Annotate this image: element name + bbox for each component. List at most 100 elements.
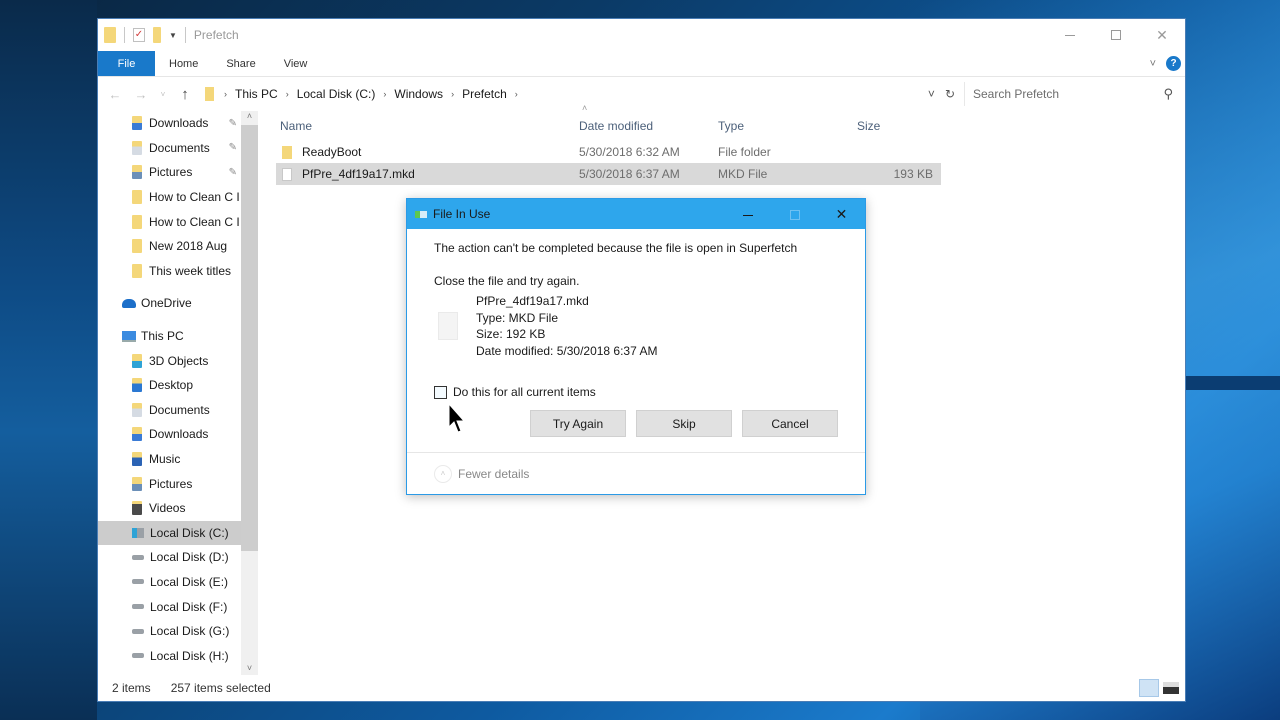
nav-item-local-disk-f[interactable]: Local Disk (F:) <box>98 594 241 619</box>
forward-button[interactable]: → <box>130 87 152 102</box>
dialog-close-button[interactable]: ✕ <box>818 206 865 223</box>
nav-item-desktop[interactable]: Desktop <box>98 373 241 398</box>
nav-item-pictures[interactable]: Pictures <box>98 471 241 496</box>
details-view-icon[interactable] <box>1139 679 1159 697</box>
file-date: 5/30/2018 6:37 AM <box>579 167 680 181</box>
column-header-type[interactable]: Type <box>718 119 857 133</box>
cancel-button[interactable]: Cancel <box>742 410 838 437</box>
nav-item-how-to-clean-2[interactable]: How to Clean C I <box>98 209 241 234</box>
nav-item-local-disk-h[interactable]: Local Disk (H:) <box>98 643 241 668</box>
status-bar: 2 items 257 items selected <box>98 675 1185 701</box>
column-header-date-modified[interactable]: Date modified <box>579 119 718 133</box>
large-icons-view-icon[interactable] <box>1163 682 1179 694</box>
file-row-readyboot[interactable]: ReadyBoot 5/30/2018 6:32 AM File folder <box>276 141 941 163</box>
nav-item-quick-pictures[interactable]: Pictures ✎ <box>98 160 241 185</box>
maximize-button[interactable] <box>1093 19 1139 51</box>
breadcrumb-separator[interactable]: › <box>224 89 227 99</box>
nav-item-local-disk-d[interactable]: Local Disk (D:) <box>98 545 241 570</box>
column-headers: Name Date modified Type Size <box>276 111 1185 141</box>
address-bar[interactable]: › This PC › Local Disk (C:) › Windows › … <box>200 82 960 106</box>
nav-item-label: This week titles <box>149 263 232 278</box>
sort-indicator-icon: ˄ <box>582 103 588 113</box>
drive-icon <box>132 579 144 585</box>
tab-home[interactable]: Home <box>155 51 212 76</box>
column-header-name[interactable]: Name <box>276 119 579 133</box>
nav-item-3d-objects[interactable]: 3D Objects <box>98 348 241 373</box>
breadcrumb-separator[interactable]: › <box>383 89 386 99</box>
nav-item-label: Local Disk (G:) <box>150 624 230 639</box>
nav-item-onedrive[interactable]: OneDrive <box>98 291 241 316</box>
nav-item-new-2018-aug[interactable]: New 2018 Aug <box>98 234 241 259</box>
dialog-title-bar: File In Use ✕ <box>407 199 865 229</box>
skip-button[interactable]: Skip <box>636 410 732 437</box>
properties-quick-access-icon[interactable]: ✓ <box>133 28 145 42</box>
nav-item-label: Local Disk (C:) <box>150 525 229 540</box>
breadcrumb-prefetch[interactable]: Prefetch <box>462 87 507 101</box>
file-type: File folder <box>718 145 771 159</box>
nav-item-local-disk-g[interactable]: Local Disk (G:) <box>98 619 241 644</box>
tab-view[interactable]: View <box>270 51 322 76</box>
nav-item-videos[interactable]: Videos <box>98 496 241 521</box>
breadcrumb-separator[interactable]: › <box>515 89 518 99</box>
pictures-folder-icon <box>132 165 142 180</box>
customize-quick-access-dropdown-icon[interactable]: ▼ <box>169 31 177 40</box>
nav-item-quick-downloads[interactable]: Downloads ✎ <box>98 111 241 136</box>
address-dropdown-icon[interactable]: ˅ <box>928 87 935 101</box>
close-button[interactable]: ✕ <box>1139 19 1185 51</box>
try-again-button[interactable]: Try Again <box>530 410 626 437</box>
nav-item-label: New 2018 Aug <box>149 239 228 254</box>
nav-item-label: Videos <box>149 501 186 516</box>
file-row-pfpre[interactable]: PfPre_4df19a17.mkd 5/30/2018 6:37 AM MKD… <box>276 163 941 185</box>
nav-item-this-pc[interactable]: This PC <box>98 324 241 349</box>
breadcrumb-local-disk-c[interactable]: Local Disk (C:) <box>297 87 376 101</box>
nav-item-music[interactable]: Music <box>98 447 241 472</box>
tab-file[interactable]: File <box>98 51 155 76</box>
desktop-folder-icon <box>132 378 142 393</box>
search-icon[interactable]: ⚲ <box>1163 86 1173 102</box>
tab-share[interactable]: Share <box>212 51 269 76</box>
do-for-all-label[interactable]: Do this for all current items <box>453 385 596 399</box>
scroll-up-icon[interactable]: ˄ <box>241 111 258 121</box>
breadcrumb-separator[interactable]: › <box>286 89 289 99</box>
nav-item-label: This PC <box>141 329 184 344</box>
help-icon[interactable]: ? <box>1166 56 1181 71</box>
nav-item-how-to-clean-1[interactable]: How to Clean C I <box>98 185 241 210</box>
do-for-all-checkbox[interactable] <box>434 385 447 399</box>
nav-item-documents[interactable]: Documents <box>98 398 241 423</box>
nav-item-label: Downloads <box>149 427 209 442</box>
ribbon-tabs: File Home Share View ˅ ? <box>98 51 1185 77</box>
fewer-details-toggle[interactable]: ˄ Fewer details <box>407 452 865 494</box>
refresh-icon[interactable]: ↻ <box>945 87 955 101</box>
scrollbar-thumb[interactable] <box>241 125 258 551</box>
expand-ribbon-icon[interactable]: ˅ <box>1150 58 1156 70</box>
new-folder-quick-access-icon[interactable] <box>153 27 161 43</box>
3d-objects-folder-icon <box>132 353 142 368</box>
file-name: PfPre_4df19a17.mkd <box>476 294 589 308</box>
file-icon <box>282 167 292 181</box>
nav-item-label: Music <box>149 452 181 467</box>
system-drive-icon <box>132 527 144 538</box>
divider <box>184 27 186 43</box>
nav-item-downloads[interactable]: Downloads <box>98 422 241 447</box>
breadcrumb-windows[interactable]: Windows <box>394 87 443 101</box>
nav-item-local-disk-c[interactable]: Local Disk (C:) <box>98 520 241 546</box>
dialog-minimize-button[interactable] <box>724 206 771 222</box>
search-placeholder: Search Prefetch <box>973 87 1060 101</box>
nav-item-label: Pictures <box>149 476 193 491</box>
search-input[interactable]: Search Prefetch ⚲ <box>964 82 1179 106</box>
navigation-pane-scrollbar[interactable]: ˄ ˅ <box>241 111 258 675</box>
scroll-down-icon[interactable]: ˅ <box>241 663 258 673</box>
nav-item-quick-documents[interactable]: Documents ✎ <box>98 136 241 161</box>
breadcrumb-this-pc[interactable]: This PC <box>235 87 278 101</box>
column-header-size[interactable]: Size <box>857 119 937 133</box>
nav-item-this-week-titles[interactable]: This week titles <box>98 259 241 284</box>
breadcrumb-separator[interactable]: › <box>451 89 454 99</box>
folder-icon <box>132 263 142 278</box>
desktop-background-left <box>0 0 97 720</box>
nav-item-local-disk-e[interactable]: Local Disk (E:) <box>98 570 241 595</box>
back-button[interactable]: ← <box>104 87 126 102</box>
minimize-button[interactable] <box>1047 19 1093 51</box>
up-button[interactable]: ↑ <box>174 86 196 103</box>
recent-locations-button[interactable]: ˅ <box>156 90 170 99</box>
folder-icon <box>205 87 214 101</box>
